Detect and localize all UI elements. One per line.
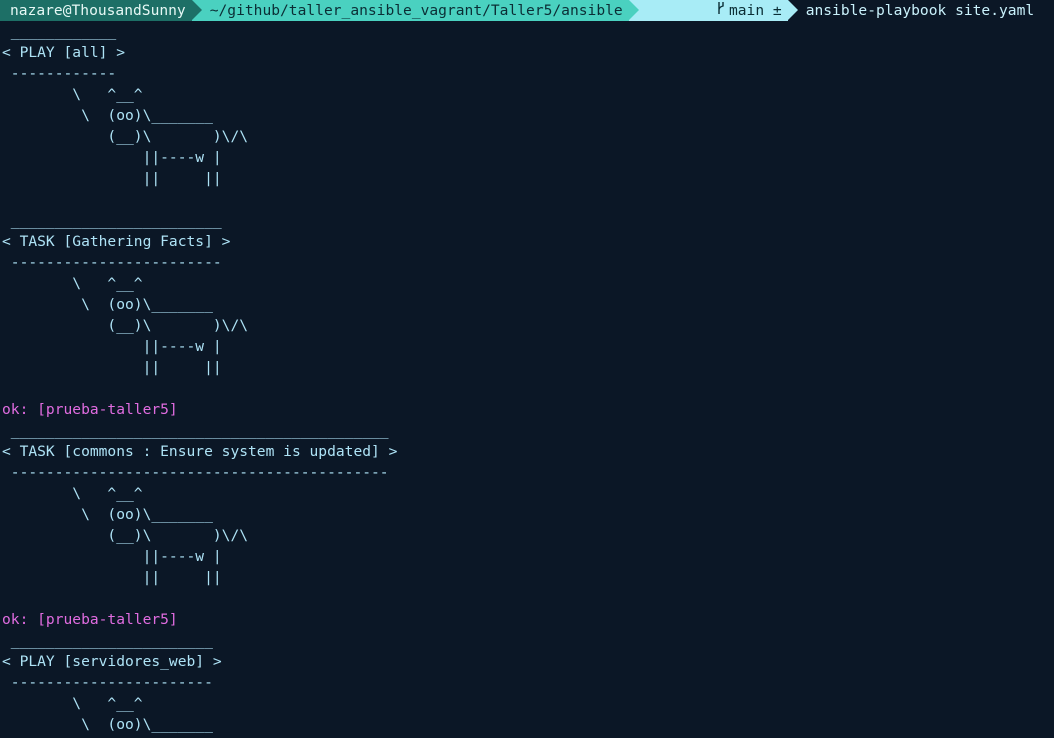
shell-prompt: nazare@ThousandSunny ~/github/taller_ans… bbox=[0, 0, 1054, 21]
cowsay-line: ------------ bbox=[2, 65, 117, 82]
terminal-output[interactable]: ____________ < PLAY [all] > ------------ … bbox=[0, 21, 1054, 735]
cowsay-line: (__)\ )\/\ bbox=[2, 317, 249, 334]
cowsay-line: < PLAY [servidores_web] > bbox=[2, 653, 222, 670]
cowsay-line: ________________________________________… bbox=[2, 422, 389, 439]
ok-status-line: ok: [prueba-taller5] bbox=[2, 401, 178, 418]
prompt-git-segment: main ± bbox=[628, 0, 798, 21]
cowsay-line: ____________ bbox=[2, 23, 117, 40]
cowsay-line: (__)\ )\/\ bbox=[2, 527, 249, 544]
cowsay-line: ----------------------------------------… bbox=[2, 464, 389, 481]
cowsay-line: \ (oo)\_______ bbox=[2, 506, 213, 523]
cowsay-line: \ (oo)\_______ bbox=[2, 107, 213, 124]
cowsay-line: ------------------------ bbox=[2, 254, 222, 271]
prompt-user-host-segment: nazare@ThousandSunny bbox=[0, 0, 202, 21]
prompt-path: ~/github/taller_ansible_vagrant/Taller5/… bbox=[209, 2, 623, 19]
cowsay-line: \ (oo)\_______ bbox=[2, 716, 213, 733]
cowsay-line: \ ^__^ bbox=[2, 695, 143, 712]
cowsay-line: \ ^__^ bbox=[2, 485, 143, 502]
cowsay-line: || || bbox=[2, 359, 222, 376]
cowsay-line: ----------------------- bbox=[2, 674, 213, 691]
powerline-separator-icon bbox=[191, 0, 202, 20]
powerline-separator-icon bbox=[787, 0, 798, 20]
prompt-command: ansible-playbook site.yaml bbox=[805, 2, 1035, 19]
cowsay-line: \ ^__^ bbox=[2, 275, 143, 292]
cowsay-line: < TASK [Gathering Facts] > bbox=[2, 233, 231, 250]
cowsay-line: ||----w | bbox=[2, 548, 222, 565]
cowsay-line: (__)\ )\/\ bbox=[2, 128, 249, 145]
prompt-git-branch: main ± bbox=[728, 2, 782, 19]
prompt-path-segment: ~/github/taller_ansible_vagrant/Taller5/… bbox=[191, 0, 639, 21]
cowsay-line: ||----w | bbox=[2, 338, 222, 355]
git-branch-icon bbox=[647, 0, 725, 42]
prompt-user-host: nazare@ThousandSunny bbox=[10, 2, 186, 19]
cowsay-line: ________________________ bbox=[2, 212, 222, 229]
cowsay-line: _______________________ bbox=[2, 632, 213, 649]
cowsay-line: || || bbox=[2, 569, 222, 586]
powerline-separator-icon bbox=[628, 0, 639, 20]
cowsay-line: < PLAY [all] > bbox=[2, 44, 126, 61]
ok-status-line: ok: [prueba-taller5] bbox=[2, 611, 178, 628]
cowsay-line: < TASK [commons : Ensure system is updat… bbox=[2, 443, 398, 460]
cowsay-line: ||----w | bbox=[2, 149, 222, 166]
cowsay-line: || || bbox=[2, 170, 222, 187]
cowsay-line: \ ^__^ bbox=[2, 86, 143, 103]
cowsay-line: \ (oo)\_______ bbox=[2, 296, 213, 313]
terminal-window[interactable]: nazare@ThousandSunny ~/github/taller_ans… bbox=[0, 0, 1054, 738]
